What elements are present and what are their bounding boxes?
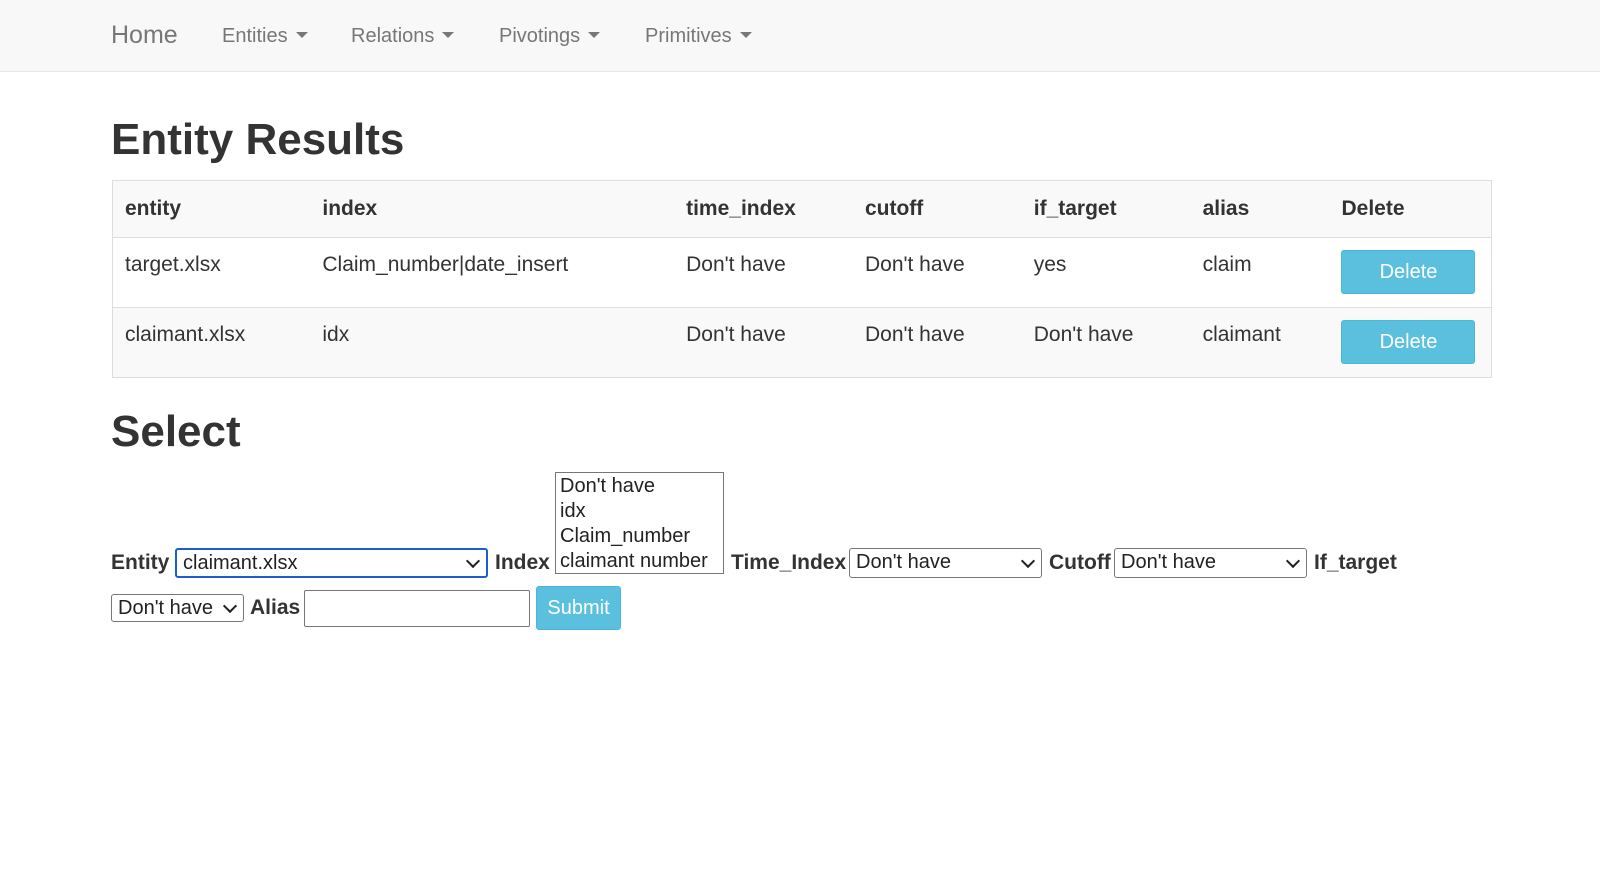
entity-results-title: Entity Results (111, 115, 405, 164)
entity-label: Entity (111, 551, 170, 574)
index-option[interactable]: idx (560, 499, 719, 524)
nav-dropdown-relations[interactable]: Relations (351, 23, 455, 49)
caret-down-icon (295, 31, 308, 38)
nav-item-label: Primitives (645, 25, 732, 47)
chevron-down-icon (222, 598, 238, 614)
submit-button[interactable]: Submit (536, 586, 621, 630)
cutoff-select-value: Don't have (1121, 551, 1216, 573)
index-option[interactable]: Claim_number (560, 524, 719, 549)
nav-dropdown-primitives[interactable]: Primitives (645, 23, 752, 49)
table-header-row: entity index time_index cutoff if_target… (112, 180, 1492, 238)
chevron-down-icon (465, 553, 481, 569)
time-index-select[interactable]: Don't have (849, 548, 1042, 578)
select-section-title: Select (111, 407, 241, 456)
nav-item-label: Relations (351, 25, 435, 47)
index-option[interactable]: Don't have (560, 474, 719, 499)
entity-results-table: entity index time_index cutoff if_target… (112, 180, 1492, 378)
delete-button[interactable]: Delete (1341, 320, 1476, 364)
nav-item-label: Pivotings (499, 25, 581, 47)
nav-item-label: Entities (222, 25, 288, 47)
if-target-select[interactable]: Don't have (111, 594, 244, 622)
cell-index: Claim_number|date_insert (310, 237, 675, 308)
column-header-delete: Delete (1329, 180, 1492, 238)
column-header-index: index (310, 180, 675, 238)
nav-dropdown-pivotings[interactable]: Pivotings (499, 23, 601, 49)
caret-down-icon (739, 31, 752, 38)
column-header-alias: alias (1190, 180, 1330, 238)
chevron-down-icon (1285, 553, 1301, 569)
cell-entity: claimant.xlsx (112, 307, 311, 378)
entity-select[interactable]: claimant.xlsx (175, 548, 488, 578)
cell-alias: claim (1190, 237, 1330, 308)
cell-cutoff: Don't have (852, 307, 1022, 378)
index-option[interactable]: claimant number (560, 549, 719, 573)
cell-time-index: Don't have (674, 307, 853, 378)
caret-down-icon (588, 31, 601, 38)
time-index-label: Time_Index (731, 551, 847, 574)
index-listbox[interactable]: Don't have idx Claim_number claimant num… (555, 472, 724, 574)
cell-delete: Delete (1329, 307, 1492, 378)
alias-input[interactable] (304, 590, 530, 627)
table-row: claimant.xlsx idx Don't have Don't have … (112, 307, 1492, 378)
column-header-cutoff: cutoff (852, 180, 1022, 238)
caret-down-icon (442, 31, 455, 38)
if-target-select-value: Don't have (118, 597, 213, 619)
table-row: target.xlsx Claim_number|date_insert Don… (112, 237, 1492, 308)
nav-brand-home[interactable]: Home (111, 20, 178, 50)
cell-if-target: yes (1021, 237, 1191, 308)
entity-select-value: claimant.xlsx (183, 552, 298, 574)
cutoff-select[interactable]: Don't have (1114, 548, 1307, 578)
delete-button[interactable]: Delete (1341, 250, 1476, 294)
column-header-entity: entity (112, 180, 311, 238)
chevron-down-icon (1020, 553, 1036, 569)
time-index-select-value: Don't have (856, 551, 951, 573)
cell-alias: claimant (1190, 307, 1330, 378)
cell-entity: target.xlsx (112, 237, 311, 308)
cutoff-label: Cutoff (1049, 551, 1111, 574)
index-label: Index (495, 551, 550, 574)
navbar: Home Entities Relations Pivotings Primit… (0, 0, 1600, 72)
cell-if-target: Don't have (1021, 307, 1191, 378)
if-target-label: If_target (1314, 551, 1397, 574)
column-header-if-target: if_target (1021, 180, 1191, 238)
alias-label: Alias (250, 596, 301, 619)
cell-time-index: Don't have (674, 237, 853, 308)
nav-dropdown-entities[interactable]: Entities (222, 23, 308, 49)
cell-delete: Delete (1329, 237, 1492, 308)
cell-index: idx (310, 307, 675, 378)
cell-cutoff: Don't have (852, 237, 1022, 308)
column-header-time-index: time_index (674, 180, 853, 238)
